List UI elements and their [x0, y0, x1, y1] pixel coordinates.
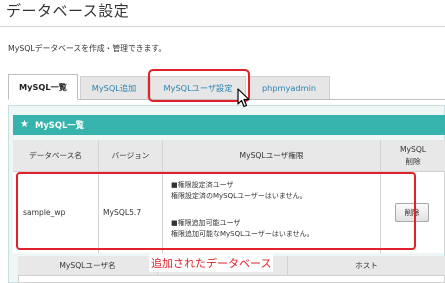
star-icon: ★ [20, 119, 29, 130]
col-header-db-name: データベース名 [13, 140, 99, 172]
highlight-row-box [16, 172, 416, 250]
sub-col-header-host: ホスト [288, 256, 445, 276]
mouse-cursor-icon [237, 88, 250, 108]
panel-header: ★ MySQL一覧 [13, 115, 445, 135]
page-title: データベース設定 [6, 2, 130, 20]
col-header-version: バージョン [99, 140, 163, 172]
tab-mysql-add[interactable]: MySQL追加 [80, 76, 148, 100]
tab-mysql-list[interactable]: MySQL一覧 [8, 74, 78, 100]
sub-col-header-user: MySQLユーザ名 [18, 256, 158, 276]
panel-title: MySQL一覧 [35, 120, 85, 130]
page-description: MySQLデータベースを作成・管理できます。 [8, 44, 167, 53]
tab-phpmyadmin[interactable]: phpmyadmin [248, 76, 330, 100]
title-divider [0, 26, 445, 27]
highlight-tab-box [148, 69, 250, 102]
annotation-label: 追加されたデータベース [149, 254, 274, 272]
col-header-delete: MySQL 削除 [381, 140, 445, 172]
col-header-delete-line2: 削除 [405, 156, 421, 166]
col-header-delete-line1: MySQL [399, 144, 427, 154]
col-header-user-permission: MySQLユーザ権限 [163, 140, 381, 172]
